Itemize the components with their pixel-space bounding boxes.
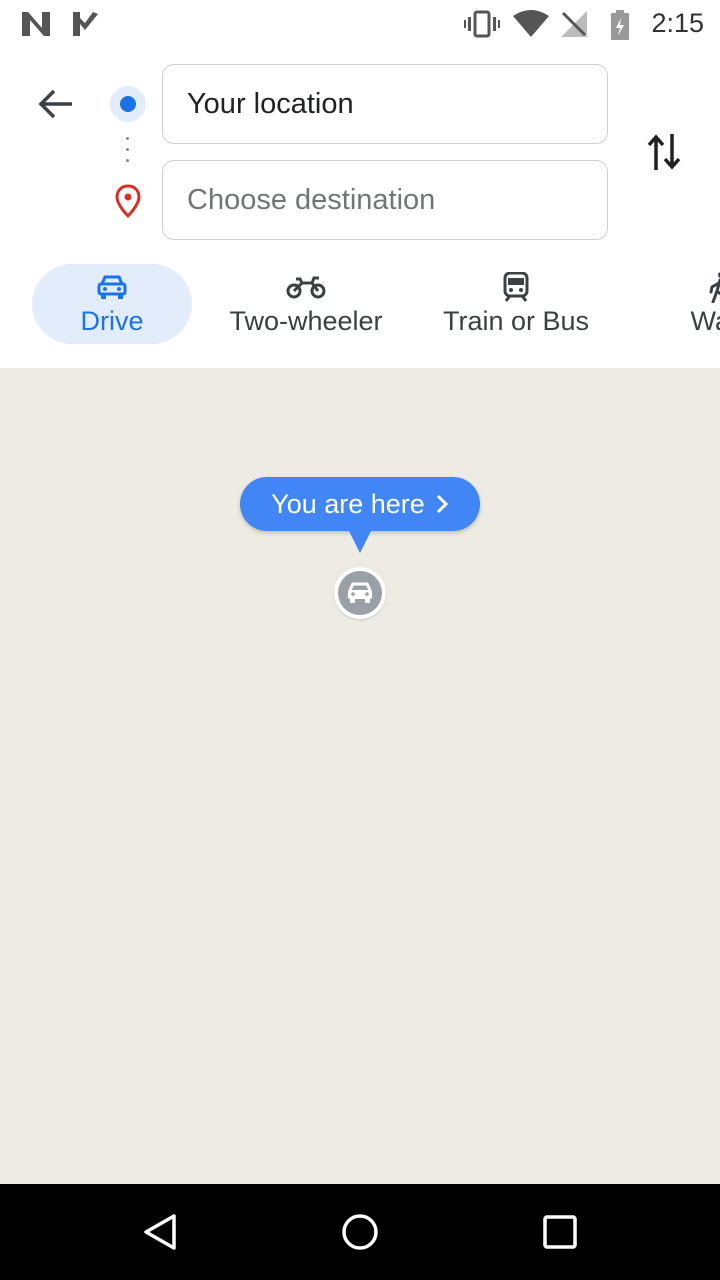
tab-drive[interactable]: Drive xyxy=(32,264,192,344)
car-marker-icon[interactable] xyxy=(334,567,386,619)
nav-recents-button[interactable] xyxy=(536,1208,584,1256)
back-triangle-icon xyxy=(144,1214,176,1250)
bubble-tail xyxy=(348,529,372,553)
check-notification-icon xyxy=(70,10,100,43)
status-bar: 2:15 xyxy=(0,0,720,48)
nav-home-button[interactable] xyxy=(336,1208,384,1256)
recents-square-icon xyxy=(543,1215,577,1249)
status-time: 2:15 xyxy=(651,8,704,38)
walk-icon xyxy=(708,271,720,303)
tab-train-or-bus-label: Train or Bus xyxy=(442,305,590,336)
battery-charging-icon xyxy=(610,10,630,45)
route-dots xyxy=(126,137,130,167)
no-signal-icon xyxy=(560,10,588,43)
tab-two-wheeler[interactable]: Two-wheeler xyxy=(214,264,398,344)
map-view[interactable]: You are here xyxy=(0,368,720,1184)
home-circle-icon xyxy=(342,1214,378,1250)
car-icon xyxy=(97,272,127,302)
tab-train-or-bus[interactable]: Train or Bus xyxy=(430,264,602,344)
origin-value: Your location xyxy=(187,87,354,120)
system-nav-bar xyxy=(0,1184,720,1280)
nav-back-button[interactable] xyxy=(136,1208,184,1256)
arrow-back-icon xyxy=(38,89,72,119)
directions-header: Your location Choose destination Drive T… xyxy=(0,48,720,368)
vibrate-icon xyxy=(464,10,500,43)
tab-two-wheeler-label: Two-wheeler xyxy=(229,305,383,336)
motorcycle-icon xyxy=(286,272,326,302)
destination-placeholder: Choose destination xyxy=(187,183,436,216)
tab-walk[interactable]: Walk xyxy=(660,264,720,344)
wifi-icon xyxy=(512,10,550,43)
you-are-here-label: You are here xyxy=(271,488,425,519)
n-notification-icon xyxy=(20,10,52,43)
origin-input[interactable]: Your location xyxy=(162,64,608,144)
train-icon xyxy=(503,271,529,302)
destination-pin-icon xyxy=(114,184,142,219)
tab-drive-label: Drive xyxy=(80,305,144,336)
swap-button[interactable] xyxy=(640,128,688,176)
chevron-right-icon xyxy=(436,494,448,514)
tab-walk-label: Walk xyxy=(690,305,720,336)
you-are-here-bubble[interactable]: You are here xyxy=(240,477,480,531)
swap-vertical-icon xyxy=(647,134,681,170)
destination-input[interactable]: Choose destination xyxy=(162,160,608,240)
back-button[interactable] xyxy=(28,80,84,128)
origin-dot-icon xyxy=(110,86,146,122)
